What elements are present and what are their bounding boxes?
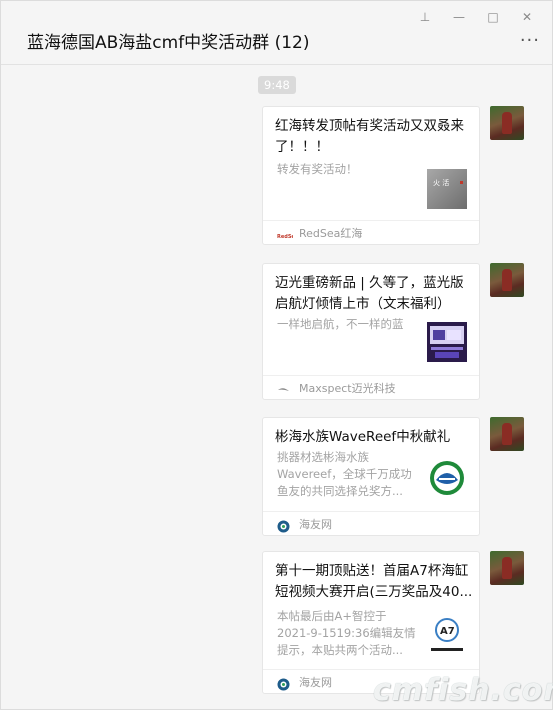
card-title: 迈光重磅新品 | 久等了，蓝光版启航灯倾情上市（文末福利） (275, 275, 464, 312)
svg-text:RedSe: RedSe (277, 234, 293, 240)
haiyouwang-logo-icon (277, 518, 290, 533)
site-watermark: cmfish.com (373, 673, 553, 708)
maximize-button[interactable]: □ (476, 7, 510, 27)
source-name: 海友网 (299, 518, 332, 531)
avatar[interactable] (490, 417, 524, 451)
minimize-button[interactable]: — (442, 7, 476, 27)
link-card[interactable]: 彬海水族WaveReef中秋献礼 挑器材选彬海水族Wavereef，全球千万成功… (262, 417, 480, 536)
maxspect-logo-icon (277, 382, 290, 395)
card-title: 彬海水族WaveReef中秋献礼 (275, 429, 451, 445)
source-name: RedSea红海 (299, 227, 363, 240)
haiyouwang-logo-icon (277, 676, 290, 691)
source-name: Maxspect迈光科技 (299, 382, 396, 395)
redsea-thumbnail-icon: 火 活 (427, 169, 467, 209)
chat-window: ⊥ — □ ✕ 蓝海德国AB海盐cmf中奖活动群 (12) ··· 9:48 红… (0, 0, 553, 710)
window-controls: ⊥ — □ ✕ (408, 7, 544, 27)
close-button[interactable]: ✕ (510, 7, 544, 27)
svg-text:A7: A7 (440, 626, 455, 637)
chat-title: 蓝海德国AB海盐cmf中奖活动群 (12) (27, 33, 310, 53)
a7-thumbnail-icon: A7 (427, 614, 467, 654)
card-description: 挑器材选彬海水族Wavereef，全球千万成功鱼友的共同选择兑奖方... (277, 450, 412, 498)
timestamp-badge: 9:48 (258, 76, 296, 94)
pin-icon[interactable]: ⊥ (408, 7, 442, 27)
source-name: 海友网 (299, 676, 332, 689)
wavereef-thumbnail-icon (427, 458, 467, 498)
title-bar: ⊥ — □ ✕ 蓝海德国AB海盐cmf中奖活动群 (12) ··· (1, 1, 552, 65)
link-card[interactable]: 红海转发顶帖有奖活动又双叒来了！！！ 转发有奖活动！ 火 活 RedSe Red… (262, 106, 480, 245)
more-options-button[interactable]: ··· (520, 32, 540, 50)
card-description: 一样地启航，不一样的蓝 (277, 317, 404, 331)
avatar[interactable] (490, 551, 524, 585)
card-description: 本帖最后由A+智控于2021-9-1519:36编辑友情提示，本贴共两个活动..… (277, 609, 416, 657)
maxspect-thumbnail-icon (427, 322, 467, 362)
card-title: 第十一期顶贴送！首届A7杯海缸短视频大赛开启(三万奖品及40... (275, 563, 473, 600)
card-footer: Maxspect迈光科技 (263, 375, 479, 399)
card-title: 红海转发顶帖有奖活动又双叒来了！！！ (275, 118, 464, 155)
redsea-logo-icon: RedSe (277, 227, 295, 240)
avatar[interactable] (490, 263, 524, 297)
card-description: 转发有奖活动！ (277, 162, 358, 176)
link-card[interactable]: 迈光重磅新品 | 久等了，蓝光版启航灯倾情上市（文末福利） 一样地启航，不一样的… (262, 263, 480, 400)
card-footer: RedSe RedSea红海 (263, 220, 479, 244)
card-footer: 海友网 (263, 511, 479, 535)
avatar[interactable] (490, 106, 524, 140)
svg-text:火 活: 火 活 (433, 178, 449, 187)
